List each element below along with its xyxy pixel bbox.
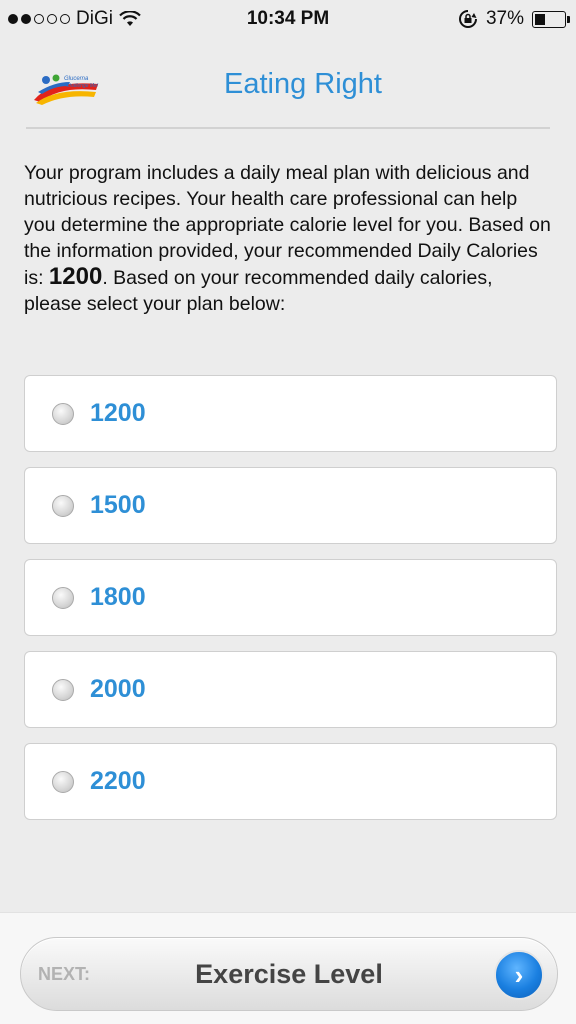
status-bar: DiGi 10:34 PM 37% xyxy=(0,0,576,38)
footer: NEXT: Exercise Level › xyxy=(0,912,576,1024)
rotation-lock-icon xyxy=(459,10,477,28)
header-divider xyxy=(26,127,550,129)
signal-dot xyxy=(47,14,57,24)
plan-option-1800[interactable]: 1800 xyxy=(24,559,557,636)
plan-options: 1200 1500 1800 2000 2200 xyxy=(24,375,557,835)
signal-dot xyxy=(21,14,31,24)
plan-option-label: 2000 xyxy=(90,675,146,703)
chevron-right-icon[interactable]: › xyxy=(494,950,544,1000)
intro-text: Your program includes a daily meal plan … xyxy=(24,160,554,317)
header: Glucerna Challenge Me! Eating Right xyxy=(0,48,576,118)
plan-option-label: 1800 xyxy=(90,583,146,611)
recommended-calories: 1200 xyxy=(48,263,103,290)
battery-icon xyxy=(532,10,570,28)
signal-dot xyxy=(8,14,18,24)
carrier-name: DiGi xyxy=(76,8,113,29)
signal-strength-icon xyxy=(8,14,70,24)
battery-fill xyxy=(535,13,546,25)
next-button[interactable]: NEXT: Exercise Level › xyxy=(20,937,558,1011)
plan-option-label: 1200 xyxy=(90,399,146,427)
signal-dot xyxy=(60,14,70,24)
battery-percent: 37% xyxy=(485,8,524,29)
wifi-icon xyxy=(119,11,141,26)
radio-button[interactable] xyxy=(52,402,74,425)
status-right: 37% xyxy=(458,8,570,30)
radio-button[interactable] xyxy=(52,678,74,701)
status-left: DiGi xyxy=(8,8,141,30)
plan-option-label: 2200 xyxy=(90,767,146,795)
plan-option-2200[interactable]: 2200 xyxy=(24,743,557,820)
plan-option-label: 1500 xyxy=(90,491,146,519)
signal-dot xyxy=(34,14,44,24)
plan-option-1200[interactable]: 1200 xyxy=(24,375,557,452)
radio-button[interactable] xyxy=(52,770,74,793)
radio-button[interactable] xyxy=(52,494,74,517)
radio-button[interactable] xyxy=(52,586,74,609)
page-title: Eating Right xyxy=(224,68,382,100)
plan-option-2000[interactable]: 2000 xyxy=(24,651,557,728)
next-step-title: Exercise Level xyxy=(195,958,383,989)
plan-option-1500[interactable]: 1500 xyxy=(24,467,557,544)
